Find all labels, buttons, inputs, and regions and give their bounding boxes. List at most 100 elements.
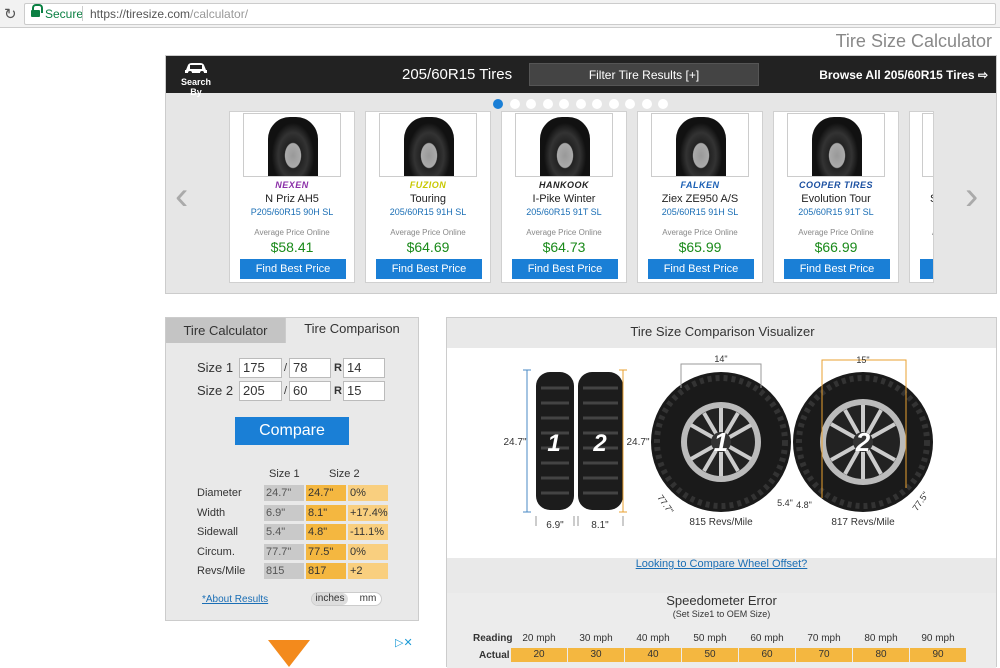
result-diff-value: +2	[348, 563, 388, 579]
find-best-price-button[interactable]: Find Best Price	[240, 259, 346, 279]
tire-card[interactable]: NEXEN N Priz AH5 P205/60R15 90H SL Average …	[229, 111, 355, 283]
result-diff-value: 0%	[348, 485, 388, 501]
find-best-price-button[interactable]	[920, 259, 933, 279]
carousel-title: 205/60R15 Tires	[402, 66, 513, 83]
find-best-price-button[interactable]: Find Best Price	[648, 259, 754, 279]
brand-logo: FALKEN	[680, 180, 720, 190]
speedometer-error-section: Speedometer Error (Set Size1 to OEM Size…	[447, 593, 996, 668]
size1-width-input[interactable]: 175	[239, 358, 282, 378]
chevron-right-icon[interactable]: ›	[965, 176, 978, 216]
result-row-label: Circum.	[197, 545, 235, 558]
speed-actual: 40	[625, 648, 681, 662]
size1-aspect-input[interactable]: 78	[289, 358, 331, 378]
tab-tire-comparison[interactable]: Tire Comparison	[285, 318, 418, 343]
result-diff-value: -11.1%	[348, 524, 388, 540]
tire-photo	[540, 117, 590, 176]
find-best-price-button[interactable]: Find Best Price	[784, 259, 890, 279]
result-size1-value: 5.4"	[264, 524, 304, 540]
size2-aspect-input[interactable]: 60	[289, 381, 331, 401]
tire-card[interactable]: FALKEN Ziex ZE950 A/S 205/60R15 91H SL Aver…	[637, 111, 763, 283]
filter-results-button[interactable]: Filter Tire Results [+]	[529, 63, 759, 86]
compare-button[interactable]: Compare	[235, 417, 349, 445]
carousel-dot[interactable]	[526, 99, 536, 109]
find-best-price-button[interactable]: Find Best Price	[376, 259, 482, 279]
compare-wheel-offset-link[interactable]: Looking to Compare Wheel Offset?	[447, 558, 996, 570]
tire-card[interactable]: Si A	[909, 111, 934, 283]
speed-actual: 60	[739, 648, 795, 662]
avg-price-label: Average Price Online	[526, 228, 602, 237]
brand-logo: HANKOOK	[539, 180, 589, 190]
circ2-label: 77.5"	[911, 490, 931, 513]
url-host: https://tiresize.com	[90, 7, 191, 21]
tire-price: $65.99	[678, 239, 722, 255]
tire-image[interactable]	[515, 113, 613, 177]
tire-size: 205/60R15 91T SL	[798, 207, 874, 217]
diameter1-label: 24.7"	[503, 437, 526, 448]
tire-size: 205/60R15 91H SL	[661, 207, 739, 217]
size2-rim-input[interactable]: 15	[343, 381, 385, 401]
carousel-dot[interactable]	[625, 99, 635, 109]
tire-image[interactable]	[922, 113, 933, 177]
speed-reading: 20 mph	[522, 633, 556, 644]
ad-arrow-graphic	[268, 640, 310, 667]
speed-reading: 60 mph	[750, 633, 784, 644]
find-best-price-button[interactable]: Find Best Price	[512, 259, 618, 279]
tire-card[interactable]: FUZION Touring 205/60R15 91H SL Average Pri…	[365, 111, 491, 283]
result-diff-value: 0%	[348, 543, 388, 560]
search-by-button[interactable]: Search By	[176, 61, 216, 97]
tire-size: 205/60R15 91H SL	[389, 207, 467, 217]
carousel-dot[interactable]	[592, 99, 602, 109]
result-size2-value: 817	[306, 563, 346, 579]
page-title: Tire Size Calculator	[835, 31, 992, 51]
size1-rim-input[interactable]: 14	[343, 358, 385, 378]
tire-name[interactable]: Si	[910, 193, 933, 205]
carousel-dot[interactable]	[658, 99, 668, 109]
r-label: R	[334, 385, 342, 397]
visualizer-panel: Tire Size Comparison Visualizer 1 2 24.7…	[446, 317, 997, 668]
reload-icon[interactable]: ↻	[4, 5, 17, 23]
carousel-dot[interactable]	[608, 99, 619, 109]
result-row-label: Diameter	[197, 487, 242, 499]
result-size2-value: 4.8"	[306, 524, 346, 540]
speed-reading: 50 mph	[693, 633, 727, 644]
secure-label: Secure	[45, 7, 84, 21]
tire-card[interactable]: COOPER TIRES Evolution Tour 205/60R15 91T …	[773, 111, 899, 283]
tire-name[interactable]: Ziex ZE950 A/S	[638, 193, 762, 205]
avg-price-label: Average Price Online	[390, 228, 466, 237]
speed-actual: 20	[511, 648, 567, 662]
carousel-dot[interactable]	[493, 99, 503, 109]
tire-price: $66.99	[814, 239, 858, 255]
tire-name[interactable]: N Priz AH5	[230, 193, 354, 205]
unit-inches-option[interactable]: inches	[312, 593, 348, 605]
tire-image[interactable]	[651, 113, 749, 177]
carousel-dot[interactable]	[641, 99, 652, 109]
about-results-link[interactable]: *About Results	[202, 594, 268, 605]
carousel-dot[interactable]	[559, 99, 569, 109]
unit-mm-option[interactable]: mm	[354, 593, 382, 605]
result-row-label: Revs/Mile	[197, 565, 246, 577]
tire-image[interactable]	[243, 113, 341, 177]
tire-name[interactable]: I-Pike Winter	[502, 193, 626, 205]
carousel-dot[interactable]	[542, 99, 553, 109]
tab-tire-calculator[interactable]: Tire Calculator	[166, 318, 285, 343]
carousel-dot[interactable]	[509, 99, 520, 109]
visualizer-title: Tire Size Comparison Visualizer	[630, 324, 815, 339]
calculator-panel: Tire Calculator Tire Comparison Size 1 1…	[165, 317, 419, 621]
tire-image[interactable]	[787, 113, 885, 177]
tire-name[interactable]: Evolution Tour	[774, 193, 898, 205]
size2-width-input[interactable]: 205	[239, 381, 282, 401]
tire-card[interactable]: HANKOOK I-Pike Winter 205/60R15 91T SL Aver…	[501, 111, 627, 283]
url-text[interactable]: https://tiresize.com/calculator/	[90, 7, 248, 21]
speed-actual: 90	[910, 648, 966, 662]
speedometer-subtitle: (Set Size1 to OEM Size)	[672, 609, 771, 619]
brand-logo: FUZION	[409, 180, 447, 190]
tire-image[interactable]	[379, 113, 477, 177]
tire-comparison-graphic: 1 2 24.7" 24.7" 6.9" 8.1" 1 14" 5.4" 77.…	[503, 354, 933, 531]
units-toggle[interactable]: inches mm	[311, 592, 382, 606]
browse-all-link[interactable]: Browse All 205/60R15 Tires ⇨	[819, 68, 988, 82]
carousel-dot[interactable]	[575, 99, 586, 109]
ad-choices-icon[interactable]: ▷✕	[395, 636, 413, 649]
chevron-left-icon[interactable]: ‹	[175, 176, 188, 216]
revs1-label: 815 Revs/Mile	[689, 517, 753, 528]
tire-name[interactable]: Touring	[366, 193, 490, 205]
